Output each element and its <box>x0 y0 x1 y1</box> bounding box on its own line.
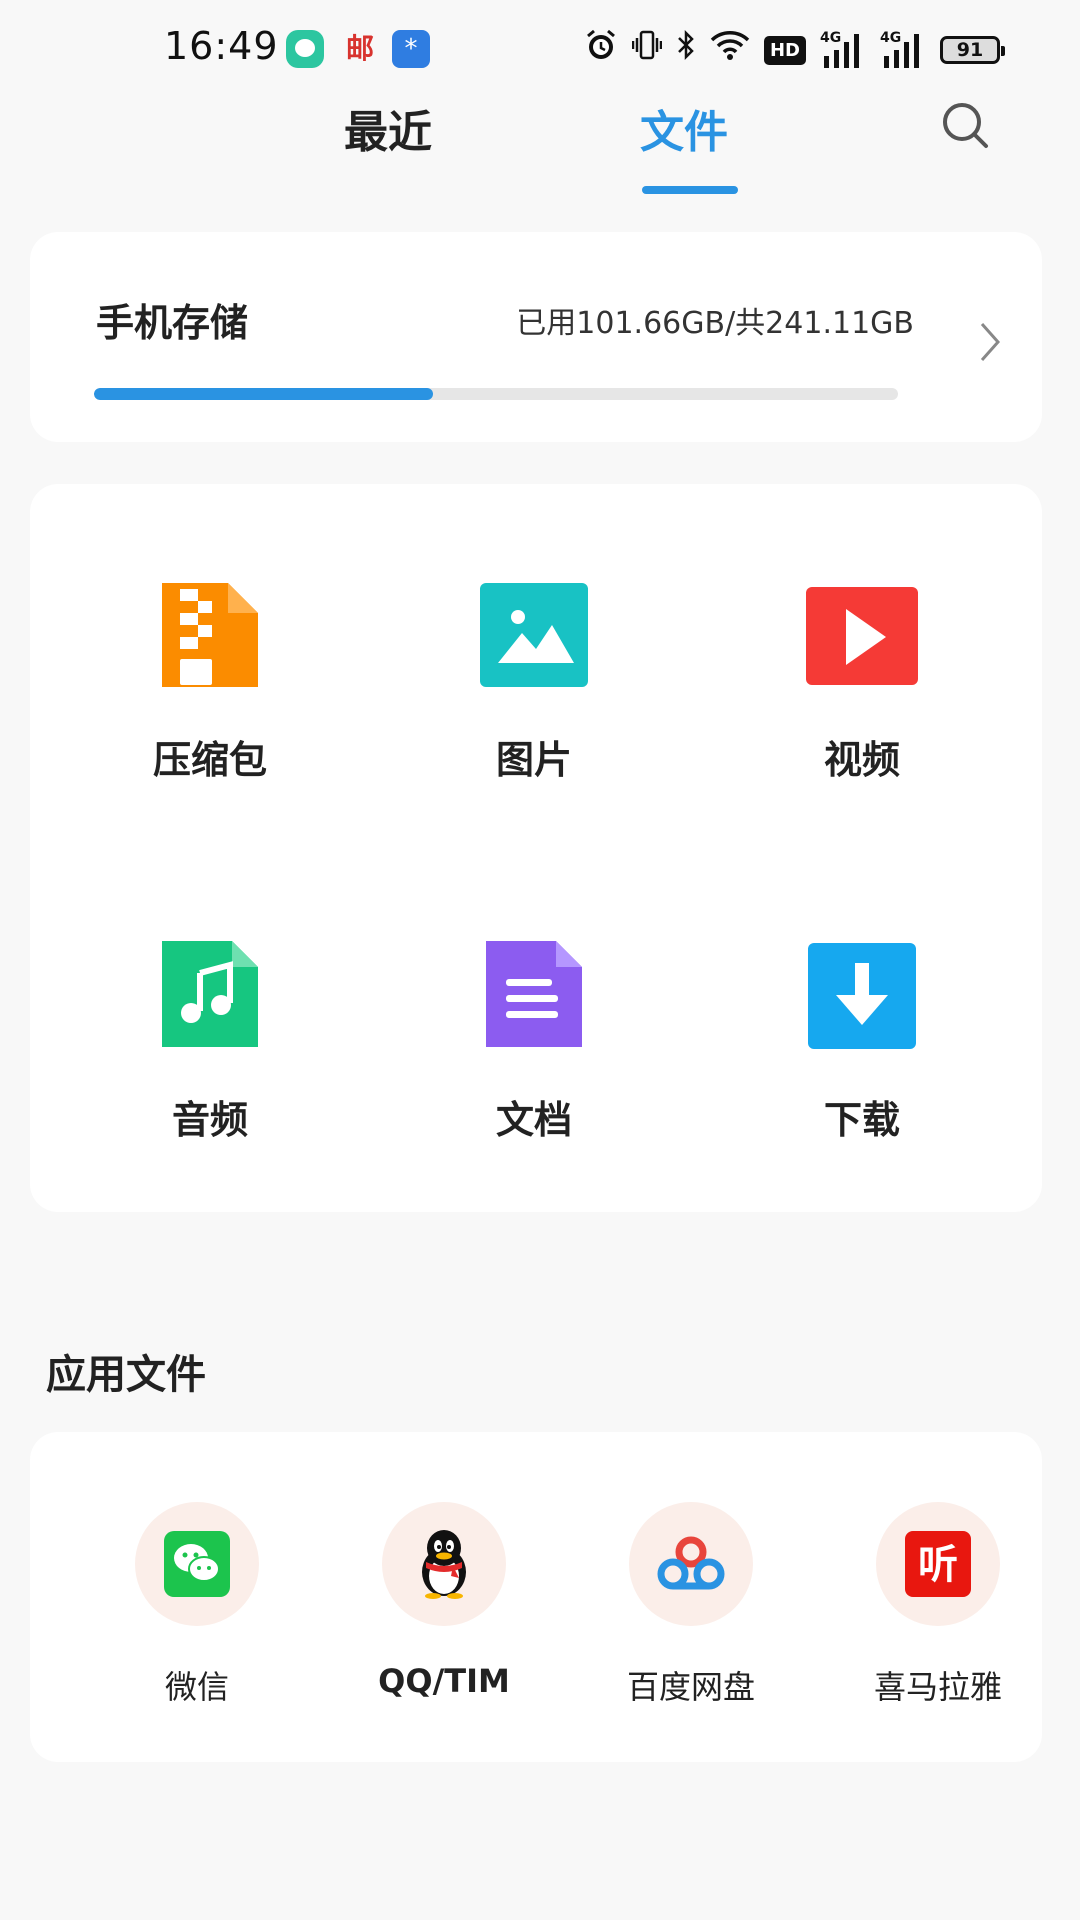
storage-progress-bar <box>94 388 898 400</box>
signal-1-icon: 4G <box>820 30 866 68</box>
mail-notification-icon: 邮 <box>345 32 374 65</box>
baidu-netdisk-icon <box>657 1536 725 1590</box>
category-archive[interactable]: 压缩包 <box>90 579 330 784</box>
system-icons: HD 4G 4G 91 <box>584 28 1005 73</box>
alarm-icon <box>584 28 618 73</box>
archive-icon <box>162 583 258 687</box>
signal-2-icon: 4G <box>880 30 926 68</box>
status-time: 16:49 <box>164 24 279 68</box>
wechat-icon <box>164 1531 230 1597</box>
category-video[interactable]: 视频 <box>742 579 982 784</box>
app-files-card: 微信 QQ/TIM 百度网盘 听 喜马拉雅 <box>30 1432 1042 1762</box>
bluetooth-icon <box>676 28 696 73</box>
storage-usage-text: 已用101.66GB/共241.11GB <box>516 306 914 341</box>
category-download[interactable]: 下载 <box>742 939 982 1144</box>
video-icon <box>806 587 918 685</box>
phone-storage-card[interactable]: 手机存储 已用101.66GB/共241.11GB <box>30 232 1042 442</box>
battery-indicator: 91 <box>940 36 1005 64</box>
image-icon <box>480 583 588 687</box>
app-wechat[interactable]: 微信 <box>82 1502 312 1708</box>
app-qq-tim[interactable]: QQ/TIM <box>329 1502 559 1700</box>
download-icon <box>808 943 916 1049</box>
audio-icon <box>162 941 258 1047</box>
file-categories-card: 压缩包 图片 视频 音频 文档 下载 <box>30 484 1042 1212</box>
app-baidu-netdisk[interactable]: 百度网盘 <box>576 1502 806 1708</box>
qq-icon <box>422 1530 466 1599</box>
active-tab-indicator <box>642 186 738 194</box>
chevron-right-icon <box>980 323 1001 361</box>
search-button[interactable] <box>940 100 990 150</box>
app-notification-icon: * <box>392 30 430 68</box>
app-ximalaya[interactable]: 听 喜马拉雅 <box>823 1502 1053 1708</box>
ximalaya-icon: 听 <box>905 1531 971 1597</box>
tab-files[interactable]: 文件 <box>640 96 728 160</box>
chat-notification-icon <box>286 30 324 68</box>
app-files-section-title: 应用文件 <box>46 1352 206 1398</box>
category-image[interactable]: 图片 <box>414 579 654 784</box>
storage-progress-fill <box>94 388 433 400</box>
hd-badge: HD <box>763 35 806 65</box>
search-icon <box>943 103 988 148</box>
wifi-icon <box>710 29 750 72</box>
category-document[interactable]: 文档 <box>414 939 654 1144</box>
storage-title: 手机存储 <box>96 301 249 345</box>
svg-text:听: 听 <box>918 1542 958 1588</box>
category-audio[interactable]: 音频 <box>90 939 330 1144</box>
tab-recent[interactable]: 最近 <box>344 96 432 160</box>
vibrate-icon <box>631 28 663 73</box>
document-icon <box>486 941 582 1047</box>
status-bar: 16:49 邮 * HD 4G 4G 91 <box>0 0 1080 100</box>
